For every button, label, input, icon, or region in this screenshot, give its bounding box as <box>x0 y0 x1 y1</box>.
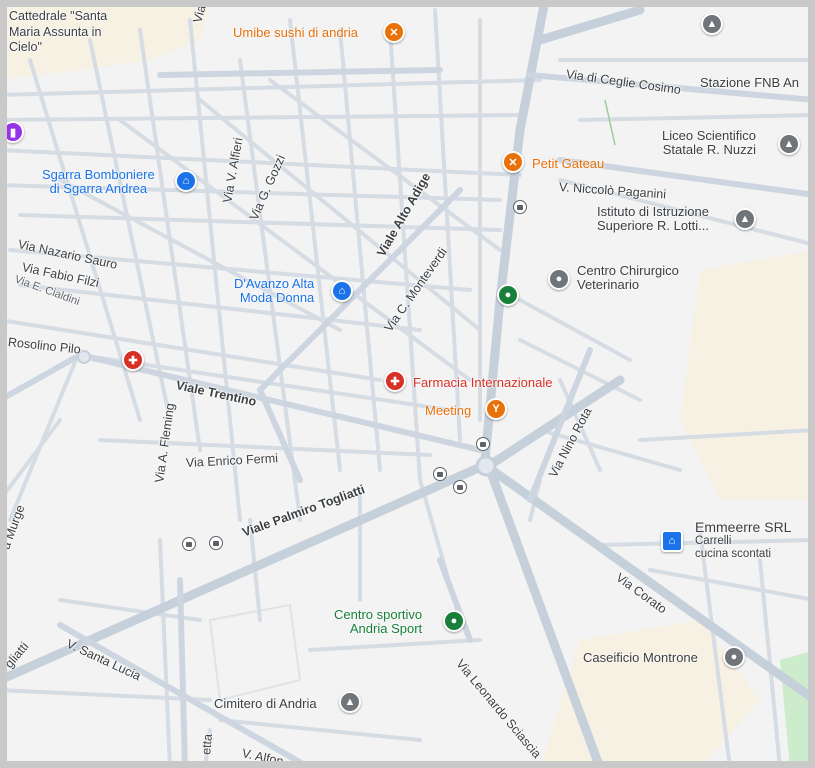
poi-label-liceo-scientifico[interactable]: Liceo Scientifico Statale R. Nuzzi <box>662 128 756 158</box>
centro-sportivo-line2: Andria Sport <box>349 621 423 637</box>
bus-stop-icon[interactable] <box>433 467 447 481</box>
vet-pin-icon[interactable]: ● <box>723 646 745 668</box>
poi-label-sgarra-bomboniere[interactable]: Sgarra Bomboniere di Sgarra Andrea <box>42 167 155 197</box>
centro-chirurgico-line1: Centro Chirurgico <box>577 263 679 278</box>
istituto-line1: Istituto di Istruzione <box>597 204 709 219</box>
bus-stop-icon[interactable] <box>182 537 196 551</box>
fork-knife-icon[interactable]: ✕ <box>383 21 405 43</box>
poi-label-centro-sportivo[interactable]: Centro sportivo Andria Sport <box>334 607 423 637</box>
shopping-bag-icon[interactable]: ⌂ <box>175 170 197 192</box>
davanzo-line1: D'Avanzo Alta <box>234 276 315 291</box>
graduation-cap-icon[interactable]: ▲ <box>701 13 723 35</box>
poi-label-centro-chirurgico[interactable]: Centro Chirurgico Veterinario <box>577 263 679 293</box>
bus-stop-icon[interactable] <box>453 480 467 494</box>
emmeerre-sub2: cucina scontati <box>695 548 772 561</box>
istituto-line2: Superiore R. Lotti... <box>597 218 709 234</box>
map-canvas[interactable]: Cattedrale "Santa Maria Assunta in Cielo… <box>7 7 808 761</box>
map-frame: Cattedrale "Santa Maria Assunta in Cielo… <box>0 0 815 768</box>
poi-label-cimitero-di-andria[interactable]: Cimitero di Andria <box>214 696 317 711</box>
centro-sportivo-line1: Centro sportivo <box>334 607 423 622</box>
centro-chirurgico-line2: Veterinario <box>577 277 640 293</box>
vet-pin-icon[interactable]: ● <box>548 268 570 290</box>
place-of-worship-icon[interactable]: ▮ <box>7 121 24 143</box>
cocktail-icon[interactable]: Y <box>485 398 507 420</box>
poi-label-istituto-istruzione[interactable]: Istituto di Istruzione Superiore R. Lott… <box>597 204 709 234</box>
poi-label-farmacia-internazionale[interactable]: Farmacia Internazionale <box>413 375 552 390</box>
pharmacy-cross-icon[interactable]: ✚ <box>384 370 406 392</box>
poi-label-caseificio-montrone[interactable]: Caseificio Montrone <box>583 650 698 665</box>
cemetery-icon[interactable]: ▲ <box>339 691 361 713</box>
bus-stop-icon[interactable] <box>476 437 490 451</box>
bus-stop-icon[interactable] <box>209 536 223 550</box>
poi-label-umibe-sushi[interactable]: Umibe sushi di andria <box>233 25 358 40</box>
landmark-label-cattedrale: Cattedrale "Santa Maria Assunta in Cielo… <box>9 9 108 55</box>
shopping-bag-icon[interactable]: ⌂ <box>661 530 683 552</box>
graduation-cap-icon[interactable]: ▲ <box>778 133 800 155</box>
sgarra-line1: Sgarra Bomboniere <box>42 167 155 182</box>
emmeerre-title: Emmeerre SRL <box>695 519 792 535</box>
sgarra-line2: di Sgarra Andrea <box>49 181 148 197</box>
street-label-via-etta: etta <box>199 733 215 756</box>
fork-knife-icon[interactable]: ✕ <box>502 151 524 173</box>
liceo-line1: Liceo Scientifico <box>662 128 756 143</box>
graduation-cap-icon[interactable]: ▲ <box>734 208 756 230</box>
pharmacy-cross-icon[interactable]: ✚ <box>122 349 144 371</box>
sports-pin-icon[interactable]: ● <box>443 610 465 632</box>
poi-label-emmeerre-srl[interactable]: Emmeerre SRL Carrelli cucina scontati <box>695 519 792 561</box>
poi-label-meeting[interactable]: Meeting <box>425 403 471 418</box>
emmeerre-sub1: Carrelli <box>695 535 732 548</box>
liceo-line2: Statale R. Nuzzi <box>662 142 756 158</box>
davanzo-line2: Moda Donna <box>239 290 315 306</box>
poi-label-davanzo-alta-moda[interactable]: D'Avanzo Alta Moda Donna <box>234 276 315 306</box>
poi-label-petit-gateau[interactable]: Petit Gateau <box>532 156 604 171</box>
shopping-bag-icon[interactable]: ⌂ <box>331 280 353 302</box>
sports-pin-icon[interactable]: ● <box>497 284 519 306</box>
bus-stop-icon[interactable] <box>513 200 527 214</box>
poi-label-stazione-fnb[interactable]: Stazione FNB An <box>700 75 799 90</box>
